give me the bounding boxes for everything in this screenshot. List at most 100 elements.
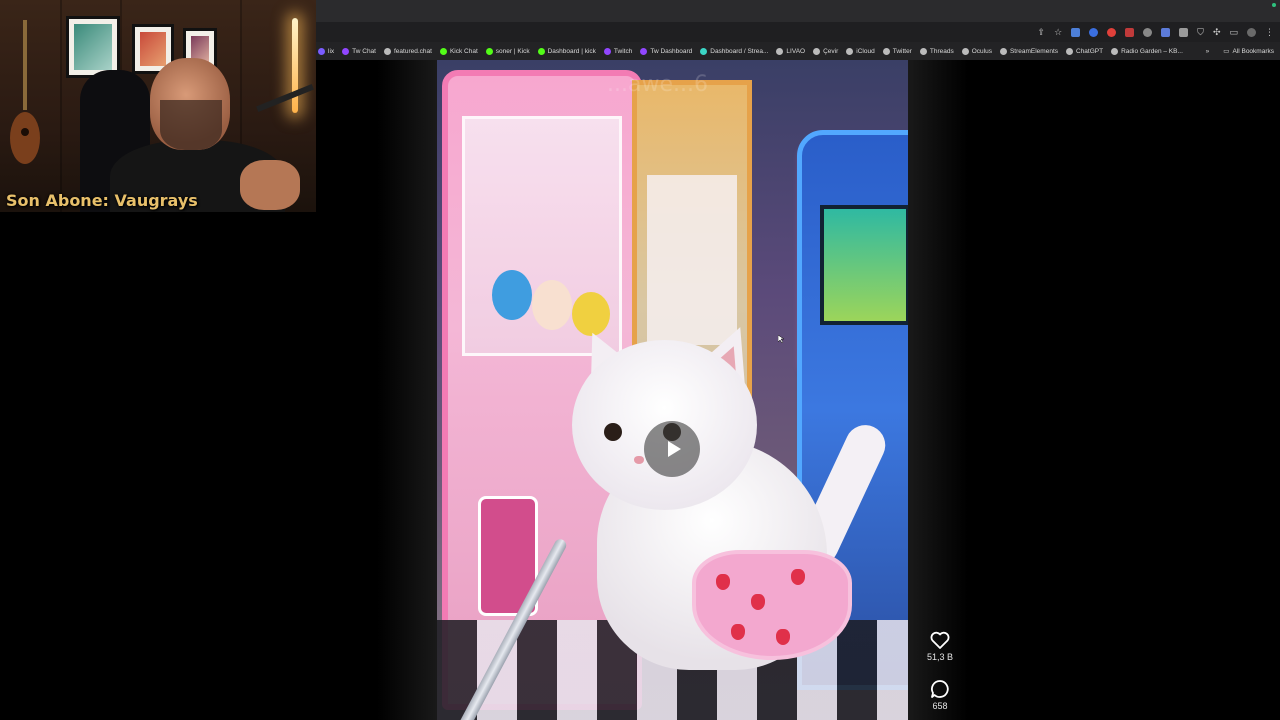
- like-count: 51,3 B: [926, 652, 954, 662]
- share-icon[interactable]: ⇪: [1038, 27, 1046, 37]
- bookmark-favicon-icon: [537, 47, 545, 55]
- cat-diaper: [692, 550, 852, 660]
- bookmark-favicon-icon: [342, 47, 350, 55]
- play-button[interactable]: [644, 421, 700, 477]
- bookmark-favicon-icon: [603, 47, 611, 55]
- bookmark-label: lix: [328, 47, 335, 55]
- puzzle-icon[interactable]: ✣: [1213, 27, 1221, 37]
- bookmark-label: Twitch: [613, 47, 633, 55]
- bookmark-item[interactable]: Tw Dashboard: [640, 47, 693, 55]
- bookmark-item[interactable]: Tw Chat: [342, 47, 376, 55]
- all-bookmarks-button[interactable]: ▭ All Bookmarks: [1223, 47, 1280, 56]
- bookmark-label: featured.chat: [393, 47, 432, 55]
- heart-icon[interactable]: [929, 629, 951, 651]
- strawberry-print: [791, 569, 805, 585]
- bookmark-label: Kick Chat: [449, 47, 478, 55]
- bookmark-favicon-icon: [919, 47, 927, 55]
- bookmark-label: Tw Dashboard: [650, 47, 693, 55]
- bookmark-item[interactable]: Dashboard | kick: [537, 47, 596, 55]
- bookmark-item[interactable]: LIVAO: [776, 47, 806, 55]
- bookmarks-bar: lix Tw Chat featured.chat Kick Chat soner | …: [316, 42, 1280, 60]
- extension-icon[interactable]: [1071, 27, 1081, 37]
- extension-icon[interactable]: [1161, 27, 1171, 37]
- extension-icon[interactable]: [1089, 27, 1099, 37]
- strawberry-print: [731, 624, 745, 640]
- bookmark-label: ChatGPT: [1076, 47, 1104, 55]
- bookmark-favicon-icon: [640, 47, 648, 55]
- cat-nose: [634, 456, 644, 464]
- bookmark-label: Oculus: [971, 47, 992, 55]
- bookmark-favicon-icon: [1066, 47, 1073, 55]
- bookmark-label: Tw Chat: [352, 47, 376, 55]
- bookmark-label: Radio Garden – KB...: [1121, 47, 1183, 55]
- bookmark-item[interactable]: Twitter: [882, 47, 912, 55]
- streamer-arm: [240, 160, 300, 210]
- tab-icon[interactable]: ▭: [1229, 27, 1238, 37]
- browser-toolbar: ⇪ ☆ ⛉ ✣ ▭ ⋮: [316, 22, 1280, 42]
- strawberry-print: [751, 594, 765, 610]
- latest-subscriber-caption: Son Abone: Vaugrays: [6, 191, 198, 210]
- bookmarks-more[interactable]: »: [1206, 48, 1216, 55]
- bookmark-item[interactable]: Oculus: [961, 47, 992, 55]
- bookmark-item[interactable]: StreamElements: [999, 47, 1058, 55]
- bookmark-favicon-icon: [813, 47, 821, 55]
- bookmark-item[interactable]: iCloud: [846, 47, 875, 55]
- bookmark-label: LIVAO: [786, 47, 806, 55]
- bookmark-favicon-icon: [700, 47, 708, 55]
- bookmark-item[interactable]: Çevir: [813, 47, 839, 55]
- menu-icon[interactable]: ⋮: [1265, 27, 1274, 37]
- webcam-overlay: Son Abone: Vaugrays: [0, 0, 316, 212]
- status-dot: [1272, 3, 1276, 7]
- bookmark-favicon-icon: [882, 47, 890, 55]
- extension-icon[interactable]: [1179, 27, 1189, 37]
- bookmark-item[interactable]: Dashboard / Strea...: [700, 47, 769, 55]
- bookmark-favicon-icon: [383, 47, 391, 55]
- video-watermark: ...awe...6: [607, 72, 708, 97]
- mic-arm: [256, 83, 314, 113]
- play-icon: [667, 441, 681, 457]
- video-shade-left: [377, 60, 437, 720]
- bookmark-item[interactable]: Radio Garden – KB...: [1111, 47, 1183, 55]
- shield-icon[interactable]: ⛉: [1197, 27, 1204, 37]
- comment-action[interactable]: 658: [920, 678, 960, 711]
- bookmark-favicon-icon: [846, 47, 854, 55]
- bookmark-label: Twitter: [892, 47, 912, 55]
- folder-icon: ▭: [1223, 48, 1230, 55]
- plush-toy: [492, 270, 532, 320]
- neon-light: [292, 18, 298, 113]
- screen: ⇪ ☆ ⛉ ✣ ▭ ⋮ lix Tw Chat featured.chat Kick …: [0, 0, 1280, 720]
- bookmark-item[interactable]: ChatGPT: [1066, 47, 1104, 55]
- strawberry-print: [776, 629, 790, 645]
- plush-toy: [532, 280, 572, 330]
- bookmark-item[interactable]: Kick Chat: [439, 47, 478, 55]
- comment-icon[interactable]: [929, 678, 951, 700]
- short-video[interactable]: ...awe...6: [437, 60, 908, 720]
- extension-icon[interactable]: [1107, 27, 1117, 37]
- profile-icon[interactable]: [1247, 27, 1256, 37]
- bookmark-favicon-icon: [485, 47, 493, 55]
- bookmark-favicon-icon: [439, 47, 447, 55]
- extension-icon[interactable]: [1143, 27, 1153, 37]
- bookmark-item[interactable]: lix: [318, 47, 335, 55]
- bookmark-label: Çevir: [823, 47, 839, 55]
- bookmark-item[interactable]: soner | Kick: [485, 47, 530, 55]
- extension-icon[interactable]: [1125, 27, 1135, 37]
- bookmark-item[interactable]: Threads: [919, 47, 954, 55]
- bookmark-item[interactable]: featured.chat: [383, 47, 432, 55]
- chevron-double-icon: »: [1205, 47, 1210, 55]
- video-shade-right: [908, 60, 968, 720]
- bookmark-label: Dashboard / Strea...: [710, 47, 769, 55]
- bookmark-favicon-icon: [776, 47, 784, 55]
- bookmark-favicon-icon: [1111, 47, 1119, 55]
- star-icon[interactable]: ☆: [1054, 27, 1062, 37]
- strawberry-print: [716, 574, 730, 590]
- mouse-cursor-icon: [778, 335, 784, 343]
- wall-photo: [66, 16, 120, 78]
- like-action[interactable]: 51,3 B: [920, 629, 960, 662]
- cat-eye: [604, 423, 622, 441]
- bookmark-label: Threads: [929, 47, 954, 55]
- bookmark-favicon-icon: [999, 47, 1007, 55]
- arcade-screen: [820, 205, 908, 325]
- bookmark-label: StreamElements: [1009, 47, 1058, 55]
- bookmark-item[interactable]: Twitch: [603, 47, 633, 55]
